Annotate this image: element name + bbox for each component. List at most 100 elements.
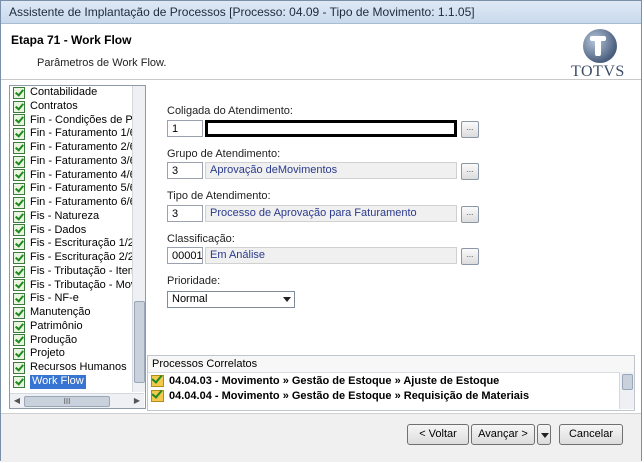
sidebar-item[interactable]: Fis - Dados [10, 224, 132, 238]
sidebar-item[interactable]: Fin - Faturamento 4/6 [10, 169, 132, 183]
sidebar-item[interactable]: Fin - Faturamento 6/6 [10, 196, 132, 210]
sidebar-item-label: Fis - Natureza [30, 209, 100, 222]
checkmark-icon [13, 183, 25, 196]
grupo-description-field: Aprovação deMovimentos [205, 162, 457, 179]
classificacao-lookup-button[interactable]: ... [461, 248, 479, 265]
sidebar-item-label: Projeto [30, 347, 65, 360]
coligada-code-input[interactable]: 1 [167, 120, 203, 137]
sidebar-item-label: Fis - NF-e [30, 292, 79, 305]
next-button[interactable]: Avançar > [471, 424, 535, 445]
checkmark-icon [13, 169, 25, 182]
related-process-item[interactable]: 04.04.04 - Movimento » Gestão de Estoque… [148, 389, 634, 403]
checkmark-icon [13, 334, 25, 347]
checkmark-icon [13, 293, 25, 306]
scroll-left-icon[interactable]: ◀ [11, 395, 23, 406]
step-title: Etapa 71 - Work Flow [11, 33, 132, 47]
grupo-label: Grupo de Atendimento: [167, 148, 281, 160]
sidebar-item[interactable]: Fis - Tributação - Item [10, 265, 132, 279]
sidebar-item-label: Fis - Escrituração 2/2 [30, 251, 132, 263]
sidebar-item-label: Fin - Condições de Paga [30, 113, 132, 126]
related-process-label: 04.04.04 - Movimento » Gestão de Estoque… [169, 390, 530, 402]
grupo-lookup-button[interactable]: ... [461, 163, 479, 180]
sidebar-item[interactable]: Fis - NF-e [10, 292, 132, 306]
sidebar-item[interactable]: Fis - Escrituração 1/2 [10, 237, 132, 251]
prioridade-label: Prioridade: [167, 275, 221, 287]
scrollbar-thumb[interactable] [622, 374, 633, 390]
sidebar-item-label: Fin - Faturamento 4/6 [30, 168, 132, 181]
chevron-down-icon[interactable] [283, 297, 291, 302]
step-subtitle: Parâmetros de Work Flow. [37, 57, 167, 69]
sidebar-item[interactable]: Work Flow [10, 374, 132, 389]
sidebar-item[interactable]: Fis - Tributação - Movim [10, 279, 132, 293]
scroll-right-icon[interactable]: ▶ [131, 395, 143, 406]
coligada-label: Coligada do Atendimento: [167, 105, 293, 117]
checkmark-icon [13, 114, 25, 127]
scrollbar-thumb[interactable] [134, 301, 145, 383]
tipo-lookup-button[interactable]: ... [461, 206, 479, 223]
checkmark-icon [13, 238, 25, 251]
sidebar-item[interactable]: Patrimônio [10, 320, 132, 334]
next-options-dropdown[interactable] [537, 424, 551, 445]
checkmark-icon [13, 265, 25, 278]
classificacao-label: Classificação: [167, 233, 235, 245]
sidebar-item[interactable]: Fin - Faturamento 3/6 [10, 155, 132, 169]
related-process-item[interactable]: 04.04.03 - Movimento » Gestão de Estoque… [148, 374, 634, 388]
sidebar-item[interactable]: Contratos [10, 100, 132, 114]
related-process-label: 04.04.03 - Movimento » Gestão de Estoque… [169, 375, 500, 387]
tipo-code-input[interactable]: 3 [167, 205, 203, 222]
coligada-lookup-button[interactable]: ... [461, 121, 479, 138]
sidebar-item-label: Work Flow [30, 374, 86, 389]
sidebar-item-label: Produção [30, 333, 78, 346]
sidebar-item-label: Fis - Tributação - Item [30, 264, 132, 277]
process-check-icon [151, 375, 164, 387]
sidebar-vertical-scrollbar[interactable] [132, 86, 145, 392]
sidebar-item[interactable]: Fin - Condições de Paga [10, 114, 132, 128]
checkmark-icon [13, 279, 25, 292]
cancel-button[interactable]: Cancelar [559, 424, 623, 445]
checkmark-icon [13, 155, 25, 168]
prioridade-select[interactable]: Normal [167, 291, 295, 308]
sidebar-item-label: Contabilidade [30, 86, 98, 98]
sidebar-item-label: Fin - Faturamento 6/6 [30, 196, 132, 208]
sidebar-item[interactable]: Fin - Faturamento 5/6 [10, 182, 132, 196]
sidebar-item-label: Fin - Faturamento 3/6 [30, 154, 132, 167]
checkmark-icon [13, 348, 25, 361]
coligada-description-field [205, 120, 457, 137]
sidebar-item[interactable]: Fis - Escrituração 2/2 [10, 251, 132, 265]
sidebar-item-label: Patrimônio [30, 319, 83, 332]
sidebar-item-label: Fis - Escrituração 1/2 [30, 237, 132, 250]
sidebar-item[interactable]: Fin - Faturamento 1/6 [10, 127, 132, 141]
sidebar-item-label: Fin - Faturamento 5/6 [30, 182, 132, 195]
sidebar-horizontal-scrollbar[interactable]: ◀ III ▶ [10, 393, 144, 408]
wizard-window: Assistente de Implantação de Processos [… [0, 0, 642, 462]
sidebar-item-label: Recursos Humanos [30, 361, 127, 373]
checkmark-icon [13, 86, 25, 99]
checkmark-icon [13, 306, 25, 319]
sidebar-item[interactable]: Projeto [10, 347, 132, 361]
sidebar-item[interactable]: Produção [10, 334, 132, 348]
checkmark-icon [13, 224, 25, 237]
related-processes-list: 04.04.03 - Movimento » Gestão de Estoque… [148, 374, 634, 403]
grupo-code-input[interactable]: 3 [167, 162, 203, 179]
related-scrollbar[interactable] [619, 372, 634, 409]
sidebar-item-label: Fin - Faturamento 2/6 [30, 141, 132, 153]
related-processes-title: Processos Correlatos [148, 356, 634, 373]
prioridade-value: Normal [172, 293, 208, 305]
back-button[interactable]: < Voltar [407, 424, 469, 445]
process-check-icon [151, 390, 164, 402]
sidebar-item-label: Fis - Dados [30, 223, 87, 236]
classificacao-code-input[interactable]: 00001 [167, 247, 203, 264]
sidebar-item-label: Fis - Tributação - Movim [30, 278, 132, 291]
related-processes-panel: Processos Correlatos 04.04.03 - Moviment… [147, 355, 635, 411]
sidebar-item[interactable]: Recursos Humanos [10, 361, 132, 375]
sidebar-item[interactable]: Fin - Faturamento 2/6 [10, 141, 132, 155]
scrollbar-thumb[interactable]: III [24, 396, 110, 407]
logo-text: TOTVS [571, 63, 625, 80]
steps-list: Contabilidade Contratos Fin - Condições de… [10, 86, 132, 392]
sidebar-item-label: Fin - Faturamento 1/6 [30, 127, 132, 140]
window-title: Assistente de Implantação de Processos [… [9, 5, 475, 19]
sidebar-item-label: Contratos [30, 99, 78, 112]
sidebar-item[interactable]: Manutenção [10, 306, 132, 320]
sidebar-item[interactable]: Fis - Natureza [10, 210, 132, 224]
sidebar-item[interactable]: Contabilidade [10, 86, 132, 100]
